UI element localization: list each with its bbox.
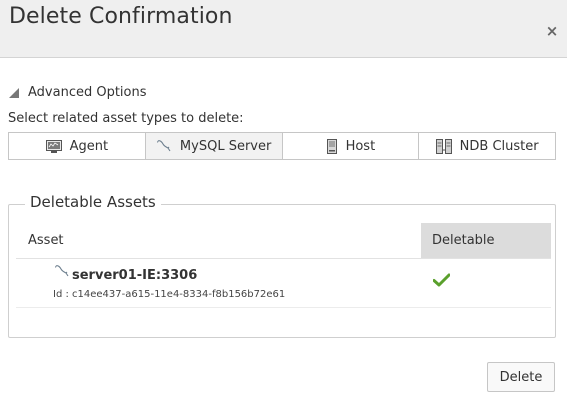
- dialog-title: Delete Confirmation: [9, 4, 233, 29]
- table-row[interactable]: server01-IE:3306 Id : c14ee437-a615-11e4…: [16, 260, 551, 308]
- ndb-cluster-icon: [435, 138, 452, 154]
- advanced-options-label: Advanced Options: [28, 84, 147, 100]
- agent-type-button[interactable]: Agent: [8, 132, 146, 160]
- agent-icon: [45, 139, 62, 153]
- mysql-server-type-button[interactable]: MySQL Server: [144, 132, 283, 160]
- deletable-assets-panel: Deletable Assets Asset Deletable server0…: [8, 193, 556, 338]
- delete-button[interactable]: Delete: [487, 362, 555, 392]
- dialog-header: Delete Confirmation ×: [0, 0, 567, 58]
- mysql-dolphin-icon: [55, 265, 69, 277]
- close-button[interactable]: ×: [544, 22, 560, 40]
- expand-triangle-icon: [9, 88, 19, 98]
- advanced-options-toggle[interactable]: Advanced Options: [9, 83, 147, 101]
- deletable-column-header[interactable]: Deletable: [421, 223, 551, 258]
- asset-column-header: Asset: [28, 233, 64, 248]
- check-icon: [433, 273, 450, 287]
- assets-table-header: Asset Deletable: [16, 223, 551, 259]
- mysql-server-type-label: MySQL Server: [179, 138, 272, 154]
- select-asset-types-label: Select related asset types to delete:: [8, 111, 244, 126]
- asset-name: server01-IE:3306: [72, 268, 198, 283]
- deletable-assets-legend: Deletable Assets: [25, 193, 161, 211]
- host-type-label: Host: [345, 138, 376, 154]
- mysql-dolphin-icon: [156, 140, 171, 152]
- asset-type-button-group: Agent MySQL Server Host NDB Cluster: [8, 132, 556, 160]
- ndb-cluster-type-label: NDB Cluster: [459, 138, 539, 154]
- host-type-button[interactable]: Host: [281, 132, 420, 160]
- ndb-cluster-type-button[interactable]: NDB Cluster: [418, 132, 556, 160]
- host-server-icon: [326, 138, 337, 154]
- agent-type-label: Agent: [69, 138, 109, 154]
- asset-id: Id : c14ee437-a615-11e4-8334-f8b156b72e6…: [53, 289, 286, 300]
